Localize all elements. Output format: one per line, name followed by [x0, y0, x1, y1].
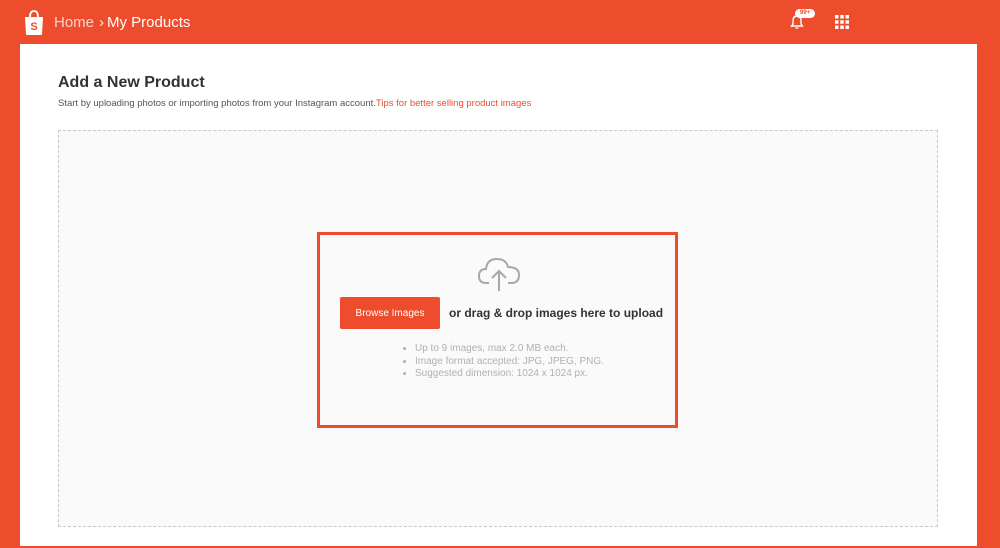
upload-rule: Up to 9 images, max 2.0 MB each. [415, 343, 615, 356]
breadcrumb: Home › My Products [54, 15, 190, 31]
breadcrumb-current: My Products [107, 14, 191, 31]
upload-rule: Image format accepted: JPG, JPEG, PNG. [415, 356, 615, 369]
shopee-logo-icon[interactable]: S [23, 9, 45, 36]
drag-drop-text: or drag & drop images here to upload [449, 306, 664, 320]
breadcrumb-home-link[interactable]: Home [54, 15, 94, 31]
upload-rule: Suggested dimension: 1024 x 1024 px. [415, 368, 615, 381]
page-title: Add a New Product [58, 74, 205, 91]
cloud-upload-icon [477, 257, 521, 291]
grid-apps-icon[interactable] [835, 15, 849, 29]
page-subtitle: Start by uploading photos or importing p… [58, 98, 531, 109]
notification-badge: 99+ [795, 9, 815, 18]
tips-link[interactable]: Tips for better selling product images [376, 98, 531, 109]
upload-panel: Browse Images or drag & drop images here… [317, 232, 678, 428]
svg-text:S: S [30, 21, 37, 33]
browse-images-button[interactable]: Browse Images [340, 297, 440, 329]
top-header: S Home › My Products 99+ [0, 0, 1000, 44]
image-dropzone[interactable]: Browse Images or drag & drop images here… [58, 130, 938, 527]
main-content: Add a New Product Start by uploading pho… [20, 44, 977, 546]
subtitle-text: Start by uploading photos or importing p… [58, 98, 376, 109]
upload-rules-list: Up to 9 images, max 2.0 MB each. Image f… [415, 343, 615, 381]
breadcrumb-separator: › [99, 14, 105, 31]
